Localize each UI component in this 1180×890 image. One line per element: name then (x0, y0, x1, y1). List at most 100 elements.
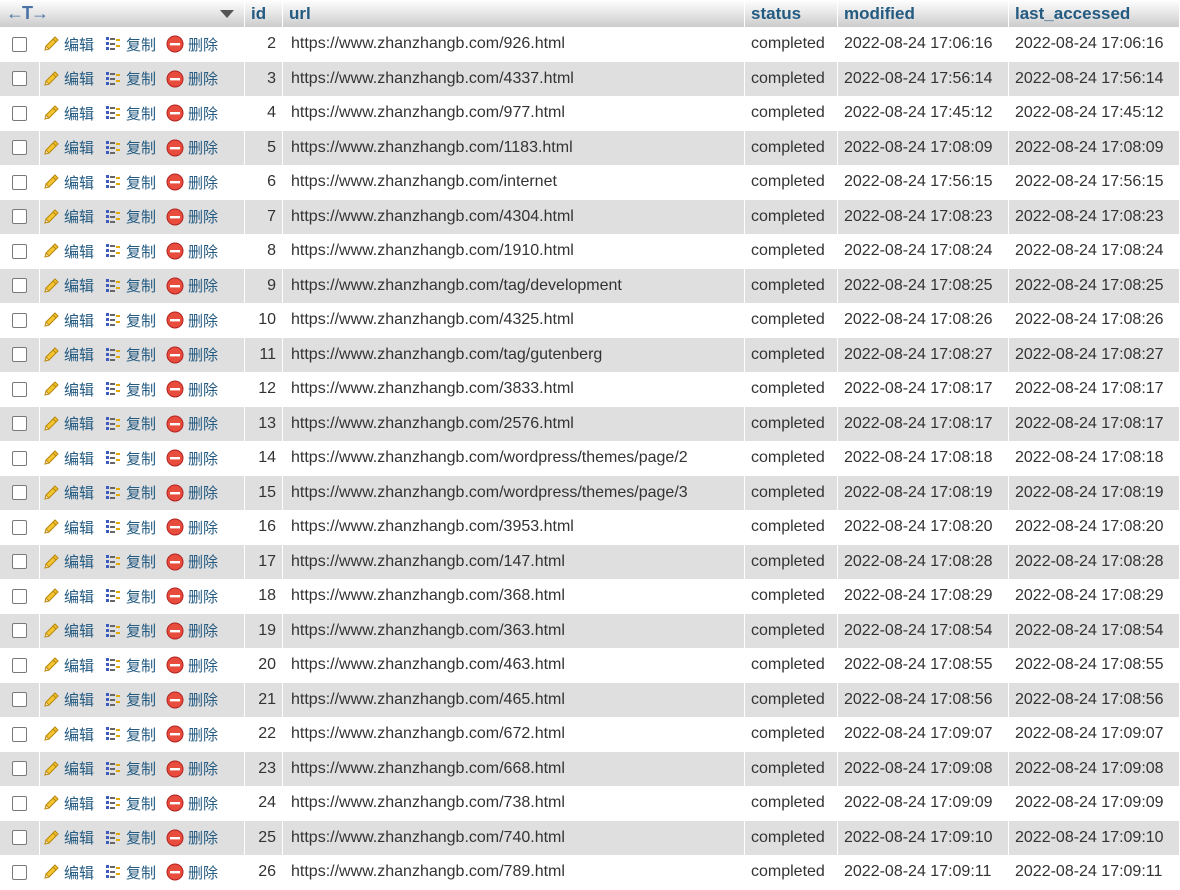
edit-button[interactable]: 编辑 (42, 586, 94, 607)
delete-button[interactable]: 删除 (166, 172, 218, 193)
copy-button[interactable]: 复制 (104, 758, 156, 779)
edit-button[interactable]: 编辑 (42, 689, 94, 710)
copy-button[interactable]: 复制 (104, 620, 156, 641)
copy-button[interactable]: 复制 (104, 379, 156, 400)
cell-url[interactable]: https://www.zhanzhangb.com/977.html (283, 96, 745, 131)
edit-button[interactable]: 编辑 (42, 482, 94, 503)
cell-modified[interactable]: 2022-08-24 17:06:16 (838, 27, 1009, 62)
cell-modified[interactable]: 2022-08-24 17:08:29 (838, 579, 1009, 614)
cell-modified[interactable]: 2022-08-24 17:09:09 (838, 786, 1009, 821)
cell-last-accessed[interactable]: 2022-08-24 17:08:23 (1009, 199, 1180, 234)
copy-button[interactable]: 复制 (104, 724, 156, 745)
cell-last-accessed[interactable]: 2022-08-24 17:08:26 (1009, 303, 1180, 338)
delete-button[interactable]: 删除 (166, 206, 218, 227)
edit-button[interactable]: 编辑 (42, 34, 94, 55)
cell-status[interactable]: completed (745, 61, 838, 96)
cell-status[interactable]: completed (745, 855, 838, 890)
copy-button[interactable]: 复制 (104, 655, 156, 676)
column-header-last-accessed[interactable]: last_accessed (1009, 0, 1180, 27)
delete-button[interactable]: 删除 (166, 827, 218, 848)
edit-button[interactable]: 编辑 (42, 137, 94, 158)
cell-status[interactable]: completed (745, 717, 838, 752)
row-checkbox[interactable] (12, 209, 27, 225)
cell-last-accessed[interactable]: 2022-08-24 17:08:27 (1009, 337, 1180, 372)
cell-url[interactable]: https://www.zhanzhangb.com/3953.html (283, 510, 745, 545)
edit-button[interactable]: 编辑 (42, 758, 94, 779)
edit-button[interactable]: 编辑 (42, 862, 94, 883)
cell-last-accessed[interactable]: 2022-08-24 17:08:20 (1009, 510, 1180, 545)
copy-button[interactable]: 复制 (104, 586, 156, 607)
delete-button[interactable]: 删除 (166, 34, 218, 55)
delete-button[interactable]: 删除 (166, 310, 218, 331)
delete-button[interactable]: 删除 (166, 724, 218, 745)
cell-status[interactable]: completed (745, 234, 838, 269)
cell-last-accessed[interactable]: 2022-08-24 17:08:28 (1009, 544, 1180, 579)
delete-button[interactable]: 删除 (166, 862, 218, 883)
cell-last-accessed[interactable]: 2022-08-24 17:08:17 (1009, 372, 1180, 407)
cell-modified[interactable]: 2022-08-24 17:09:11 (838, 855, 1009, 890)
cell-last-accessed[interactable]: 2022-08-24 17:08:09 (1009, 130, 1180, 165)
cell-modified[interactable]: 2022-08-24 17:08:56 (838, 682, 1009, 717)
cell-url[interactable]: https://www.zhanzhangb.com/463.html (283, 648, 745, 683)
copy-button[interactable]: 复制 (104, 482, 156, 503)
cell-modified[interactable]: 2022-08-24 17:08:28 (838, 544, 1009, 579)
cell-modified[interactable]: 2022-08-24 17:09:10 (838, 820, 1009, 855)
cell-status[interactable]: completed (745, 475, 838, 510)
row-checkbox[interactable] (12, 347, 27, 363)
cell-modified[interactable]: 2022-08-24 17:08:20 (838, 510, 1009, 545)
copy-button[interactable]: 复制 (104, 172, 156, 193)
cell-modified[interactable]: 2022-08-24 17:08:18 (838, 441, 1009, 476)
cell-url[interactable]: https://www.zhanzhangb.com/738.html (283, 786, 745, 821)
cell-last-accessed[interactable]: 2022-08-24 17:08:19 (1009, 475, 1180, 510)
copy-button[interactable]: 复制 (104, 862, 156, 883)
edit-button[interactable]: 编辑 (42, 793, 94, 814)
cell-modified[interactable]: 2022-08-24 17:08:09 (838, 130, 1009, 165)
cell-status[interactable]: completed (745, 130, 838, 165)
edit-button[interactable]: 编辑 (42, 172, 94, 193)
row-checkbox[interactable] (12, 140, 27, 156)
row-checkbox[interactable] (12, 71, 27, 87)
cell-url[interactable]: https://www.zhanzhangb.com/368.html (283, 579, 745, 614)
cell-url[interactable]: https://www.zhanzhangb.com/internet (283, 165, 745, 200)
cell-last-accessed[interactable]: 2022-08-24 17:09:11 (1009, 855, 1180, 890)
edit-button[interactable]: 编辑 (42, 724, 94, 745)
cell-modified[interactable]: 2022-08-24 17:08:17 (838, 372, 1009, 407)
cell-modified[interactable]: 2022-08-24 17:56:15 (838, 165, 1009, 200)
cell-url[interactable]: https://www.zhanzhangb.com/4304.html (283, 199, 745, 234)
cell-last-accessed[interactable]: 2022-08-24 17:09:08 (1009, 751, 1180, 786)
cell-modified[interactable]: 2022-08-24 17:09:07 (838, 717, 1009, 752)
cell-url[interactable]: https://www.zhanzhangb.com/740.html (283, 820, 745, 855)
cell-last-accessed[interactable]: 2022-08-24 17:09:10 (1009, 820, 1180, 855)
cell-status[interactable]: completed (745, 441, 838, 476)
cell-modified[interactable]: 2022-08-24 17:08:26 (838, 303, 1009, 338)
edit-button[interactable]: 编辑 (42, 310, 94, 331)
row-checkbox[interactable] (12, 174, 27, 190)
column-header-id[interactable]: id (245, 0, 283, 27)
copy-button[interactable]: 复制 (104, 517, 156, 538)
copy-button[interactable]: 复制 (104, 551, 156, 572)
cell-url[interactable]: https://www.zhanzhangb.com/wordpress/the… (283, 441, 745, 476)
copy-button[interactable]: 复制 (104, 689, 156, 710)
delete-button[interactable]: 删除 (166, 517, 218, 538)
copy-button[interactable]: 复制 (104, 310, 156, 331)
delete-button[interactable]: 删除 (166, 379, 218, 400)
copy-button[interactable]: 复制 (104, 344, 156, 365)
row-checkbox[interactable] (12, 726, 27, 742)
cell-url[interactable]: https://www.zhanzhangb.com/1183.html (283, 130, 745, 165)
row-checkbox[interactable] (12, 554, 27, 570)
delete-button[interactable]: 删除 (166, 586, 218, 607)
edit-button[interactable]: 编辑 (42, 517, 94, 538)
cell-last-accessed[interactable]: 2022-08-24 17:08:24 (1009, 234, 1180, 269)
delete-button[interactable]: 删除 (166, 551, 218, 572)
delete-button[interactable]: 删除 (166, 758, 218, 779)
cell-status[interactable]: completed (745, 372, 838, 407)
cell-last-accessed[interactable]: 2022-08-24 17:08:29 (1009, 579, 1180, 614)
edit-button[interactable]: 编辑 (42, 241, 94, 262)
column-header-modified[interactable]: modified (838, 0, 1009, 27)
row-checkbox[interactable] (12, 450, 27, 466)
edit-button[interactable]: 编辑 (42, 448, 94, 469)
copy-button[interactable]: 复制 (104, 241, 156, 262)
cell-status[interactable]: completed (745, 544, 838, 579)
cell-url[interactable]: https://www.zhanzhangb.com/672.html (283, 717, 745, 752)
edit-button[interactable]: 编辑 (42, 413, 94, 434)
